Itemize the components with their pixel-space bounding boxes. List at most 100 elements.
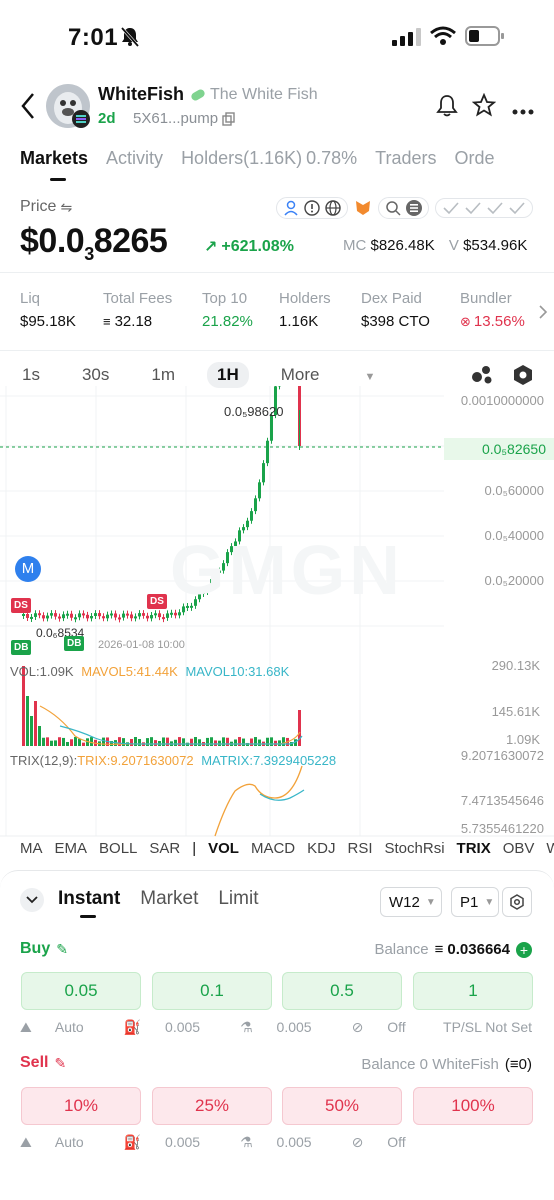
volume-bar (150, 737, 153, 746)
tab-bar: Markets Activity Holders(1.16K) 0.78% Tr… (20, 148, 513, 169)
star-icon[interactable] (471, 92, 497, 122)
m-marker[interactable]: M (15, 556, 41, 582)
stat-value-wrap: ⊗ 13.56% (460, 313, 525, 330)
sell-amount-button[interactable]: 25% (152, 1087, 272, 1125)
tab-limit[interactable]: Limit (218, 888, 258, 910)
volume-bar (138, 739, 141, 746)
sell-amount-button[interactable]: 50% (282, 1087, 402, 1125)
preset-select[interactable]: P1 ▼ (451, 887, 499, 917)
back-icon[interactable] (20, 92, 36, 125)
swap-icon[interactable]: ⇋ (60, 199, 72, 216)
mev-setting[interactable]: ⊘ Off (352, 1019, 426, 1036)
bell-icon[interactable] (436, 94, 458, 123)
stat-label: Total Fees (103, 290, 173, 307)
ind-boll[interactable]: BOLL (99, 840, 137, 857)
db-marker-label: DB (14, 642, 29, 653)
edit-icon[interactable]: ✎ (56, 941, 68, 958)
ind-wr[interactable]: WR (546, 840, 554, 857)
candle-body (70, 613, 73, 618)
mavol5: MAVOL5:41.44K (81, 664, 178, 679)
fee-setting[interactable]: ⛽ 0.005 (124, 1134, 220, 1151)
db-marker[interactable]: DB (64, 636, 85, 651)
ds-marker[interactable]: DS (147, 594, 167, 609)
volume-bar (282, 737, 285, 746)
ind-rsi[interactable]: RSI (347, 840, 372, 857)
plus-icon[interactable]: + (516, 941, 532, 958)
tab-market[interactable]: Market (140, 888, 198, 910)
warning-icon[interactable] (304, 200, 320, 216)
tab-orders[interactable]: Orde (455, 148, 495, 169)
ind-sar[interactable]: SAR (149, 840, 180, 857)
interval-1m[interactable]: 1m (141, 362, 185, 388)
candle-body (166, 613, 169, 618)
v-value: $534.96K (463, 237, 528, 254)
ind-stochrsi[interactable]: StochRsi (385, 840, 445, 857)
stat-top10: Top 10 21.82% (202, 290, 253, 330)
candle-body (266, 440, 269, 464)
ind-macd[interactable]: MACD (251, 840, 295, 857)
tab-instant[interactable]: Instant (58, 888, 120, 910)
interval-more[interactable]: More ▼ (271, 365, 408, 385)
more-icon[interactable] (512, 102, 534, 120)
stat-bundler: Bundler ⊗ 13.56% (460, 290, 525, 330)
tab-holders[interactable]: Holders(1.16K) (181, 148, 302, 169)
ind-ema[interactable]: EMA (55, 840, 88, 857)
tip-icon: ⚗ (240, 1019, 253, 1035)
volume-bar (130, 738, 133, 746)
edit-icon[interactable]: ✎ (54, 1055, 66, 1072)
search-icon[interactable] (385, 200, 401, 216)
buy-amount-button[interactable]: 0.1 (152, 972, 272, 1010)
tab-markets[interactable]: Markets (20, 148, 88, 169)
collapse-icon[interactable] (20, 888, 44, 912)
candle-body (102, 616, 105, 619)
wallet-select[interactable]: W12 ▼ (380, 887, 442, 917)
buy-amount-button[interactable]: 0.05 (21, 972, 141, 1010)
candle-body (58, 616, 61, 619)
user-icon[interactable] (283, 200, 299, 216)
tpsl-status[interactable]: TP/SL Not Set (443, 1019, 532, 1035)
stat-holders: Holders 1.16K (279, 290, 331, 330)
buy-amount-button[interactable]: 1 (413, 972, 533, 1010)
candle-body (74, 617, 77, 620)
ind-trix[interactable]: TRIX (457, 840, 491, 857)
fee-setting[interactable]: ⛽ 0.005 (124, 1019, 220, 1036)
ds-marker-label: DS (150, 596, 164, 607)
gear-icon[interactable] (502, 887, 532, 917)
db-marker[interactable]: DB (11, 640, 32, 655)
copy-icon[interactable] (222, 112, 236, 131)
solana-icon[interactable] (406, 200, 422, 216)
candle-body (250, 511, 253, 521)
candle-body (22, 614, 25, 616)
interval-bar: 1s 30s 1m 1H More ▼ (20, 362, 429, 388)
mev-setting[interactable]: ⊘ Off (352, 1134, 426, 1151)
ind-ma[interactable]: MA (20, 840, 43, 857)
sell-balance: Balance 0 WhiteFish (≡0) (361, 1056, 532, 1073)
auto-setting[interactable]: ⛰ Auto (20, 1019, 104, 1036)
chevron-right-icon[interactable] (538, 304, 548, 325)
buy-label: Buy ✎ (20, 940, 68, 958)
buy-amount-button[interactable]: 0.5 (282, 972, 402, 1010)
ind-kdj[interactable]: KDJ (307, 840, 335, 857)
tip-setting[interactable]: ⚗ 0.005 (240, 1019, 332, 1036)
ind-obv[interactable]: OBV (503, 840, 535, 857)
sell-amount-button[interactable]: 100% (413, 1087, 533, 1125)
fox-icon[interactable] (354, 199, 372, 217)
tab-traders[interactable]: Traders (375, 148, 436, 169)
volume-bar (214, 740, 217, 746)
interval-1s[interactable]: 1s (20, 362, 50, 388)
auto-setting[interactable]: ⛰ Auto (20, 1134, 104, 1151)
sell-amount-button[interactable]: 10% (21, 1087, 141, 1125)
tip-setting[interactable]: ⚗ 0.005 (240, 1134, 332, 1151)
volume-bar (278, 740, 281, 746)
sol-icon: ≡ (103, 314, 111, 329)
token-address[interactable]: 5X61...pump (133, 110, 218, 127)
tip-label: 0.005 (276, 1134, 312, 1150)
interval-30s[interactable]: 30s (72, 362, 119, 388)
sell-balance-label: Balance 0 WhiteFish (361, 1056, 499, 1073)
interval-1h[interactable]: 1H (207, 362, 249, 388)
ds-marker[interactable]: DS (11, 598, 31, 613)
ind-vol[interactable]: VOL (208, 840, 239, 857)
tab-active-indicator (50, 178, 66, 181)
globe-icon[interactable] (325, 200, 341, 216)
tab-activity[interactable]: Activity (106, 148, 163, 169)
